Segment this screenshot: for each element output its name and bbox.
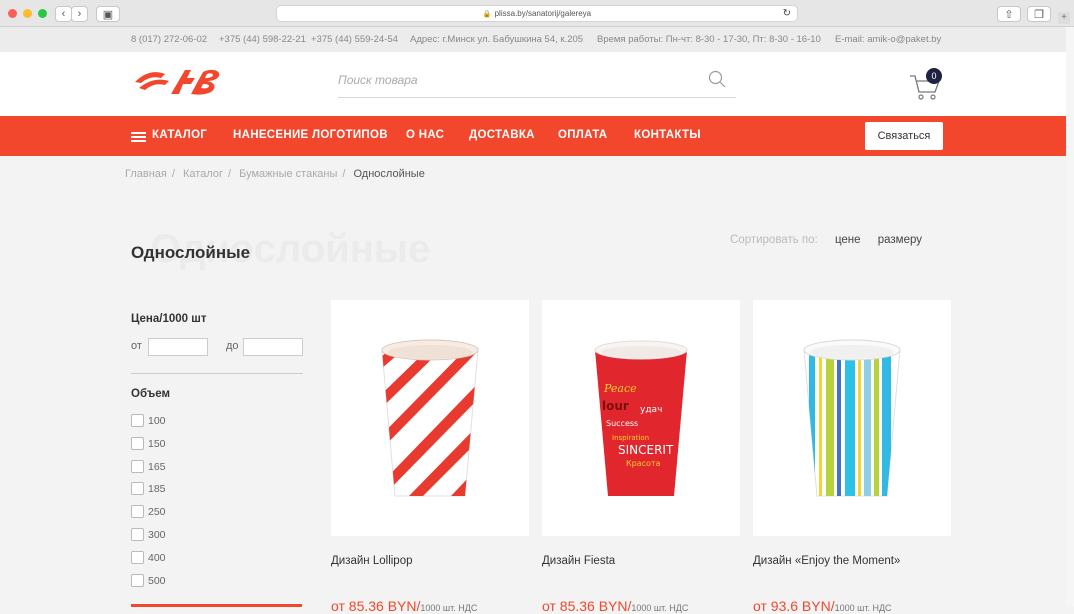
lock-icon: 🔒 [482,10,492,18]
nav-contacts[interactable]: КОНТАКТЫ [634,129,701,141]
back-icon[interactable]: ‹ [55,6,72,22]
price-from-label: от [131,340,142,352]
breadcrumb-home[interactable]: Главная [125,168,167,180]
product-price-enjoy-the-moment: от 93.6 BYN/1000 шт. НДС [753,598,892,614]
price-unit: 1000 шт. НДС [631,603,689,613]
checkbox[interactable] [131,460,144,473]
price-value: от 85.36 BYN/ [331,598,421,614]
product-price-fiesta: от 85.36 BYN/1000 шт. НДС [542,598,688,614]
tabs-overview-icon[interactable]: ❐ [1027,6,1051,22]
reload-icon[interactable]: ↻ [783,8,791,19]
forward-icon[interactable]: › [71,6,88,22]
nav-logo-printing[interactable]: НАНЕСЕНИЕ ЛОГОТИПОВ [233,129,388,141]
sort-by-price[interactable]: цене [835,234,861,246]
menu-icon[interactable] [131,132,146,142]
scrollbar[interactable] [1066,27,1074,607]
email-link[interactable]: E-mail: amik-o@paket.by [835,34,941,45]
product-card-fiesta[interactable]: Peace lour удач Success Inspiration SINC… [542,300,740,536]
phone-2[interactable]: +375 (44) 598-22-21 [219,34,306,45]
svg-text:lour: lour [602,399,629,413]
search-bar [338,64,736,98]
contact-button[interactable]: Связаться [865,122,943,150]
product-card-enjoy-the-moment[interactable] [753,300,951,536]
checkbox[interactable] [131,528,144,541]
sort-control: Сортировать по: цене размеру [730,234,922,246]
browser-toolbar: ‹ › ▣ 🔒 plissa.by/sanatorij/galereya ↻ ⇧… [0,0,1074,27]
cart-count-badge: 0 [926,68,942,84]
svg-text:SINCERIT: SINCERIT [618,443,674,457]
address-bar[interactable]: 🔒 plissa.by/sanatorij/galereya ↻ [276,5,798,22]
price-filter-title: Цена/1000 шт [131,313,207,325]
nav-catalog[interactable]: КАТАЛОГ [152,129,207,141]
checkbox[interactable] [131,414,144,427]
share-icon[interactable]: ⇧ [997,6,1021,22]
zoom-window-button[interactable] [38,9,47,18]
phone-3[interactable]: +375 (44) 559-24-54 [311,34,398,45]
new-tab-icon[interactable]: + [1058,12,1070,24]
sort-label: Сортировать по: [730,234,818,246]
product-image-enjoy-the-moment [803,339,901,497]
checkbox[interactable] [131,505,144,518]
nav-payment[interactable]: ОПЛАТА [558,129,607,141]
logo[interactable] [133,64,223,100]
svg-text:Красота: Красота [626,459,661,468]
price-value: от 93.6 BYN/ [753,598,835,614]
address-text: Адрес: г.Минск ул. Бабушкина 54, к.205 [410,34,584,45]
product-price-lollipop: от 85.36 BYN/1000 шт. НДС [331,598,477,614]
breadcrumb-current: Однослойные [353,168,425,180]
search-icon[interactable] [708,70,726,88]
close-window-button[interactable] [8,9,17,18]
price-value: от 85.36 BYN/ [542,598,632,614]
contact-strip: 8 (017) 272-06-02 +375 (44) 598-22-21 +3… [0,27,1066,52]
price-from-input[interactable] [148,338,208,356]
price-to-label: до [226,340,239,352]
working-hours: Время работы: Пн-чт: 8-30 - 17-30, Пт: 8… [597,34,821,45]
nav-about[interactable]: О НАС [406,129,444,141]
product-card-lollipop[interactable] [331,300,529,536]
nav-delivery[interactable]: ДОСТАВКА [469,129,535,141]
breadcrumb-paper-cups[interactable]: Бумажные стаканы [239,168,337,180]
address-bar-url: plissa.by/sanatorij/galereya [494,9,592,18]
checkbox[interactable] [131,482,144,495]
product-name-fiesta[interactable]: Дизайн Fiesta [542,555,615,567]
product-image-fiesta: Peace lour удач Success Inspiration SINC… [594,340,688,496]
product-name-lollipop[interactable]: Дизайн Lollipop [331,555,413,567]
phone-1[interactable]: 8 (017) 272-06-02 [131,34,207,45]
breadcrumb-catalog[interactable]: Каталог [183,168,223,180]
volume-filter-title: Объем [131,388,171,400]
checkbox[interactable] [131,437,144,450]
search-input[interactable] [338,70,698,90]
main-nav: КАТАЛОГ НАНЕСЕНИЕ ЛОГОТИПОВ О НАС ДОСТАВ… [0,116,1066,156]
sort-by-size[interactable]: размеру [878,234,922,246]
site-header: 0 [0,52,1066,116]
svg-text:Inspiration: Inspiration [612,434,649,442]
breadcrumb: Главная / Каталог / Бумажные стаканы / Одно… [125,168,425,180]
svg-text:Success: Success [606,419,638,428]
svg-text:Peace: Peace [603,382,637,395]
svg-text:удач: удач [640,405,662,415]
price-unit: 1000 шт. НДС [420,603,478,613]
product-name-enjoy-the-moment[interactable]: Дизайн «Enjoy the Moment» [753,555,900,567]
checkbox[interactable] [131,574,144,587]
price-to-input[interactable] [243,338,303,356]
divider [131,373,303,374]
product-image-lollipop [381,339,479,497]
sidebar-toggle-icon[interactable]: ▣ [96,6,120,22]
checkbox[interactable] [131,551,144,564]
minimize-window-button[interactable] [23,9,32,18]
page-title: Однослойные [131,243,251,262]
price-unit: 1000 шт. НДС [834,603,892,613]
